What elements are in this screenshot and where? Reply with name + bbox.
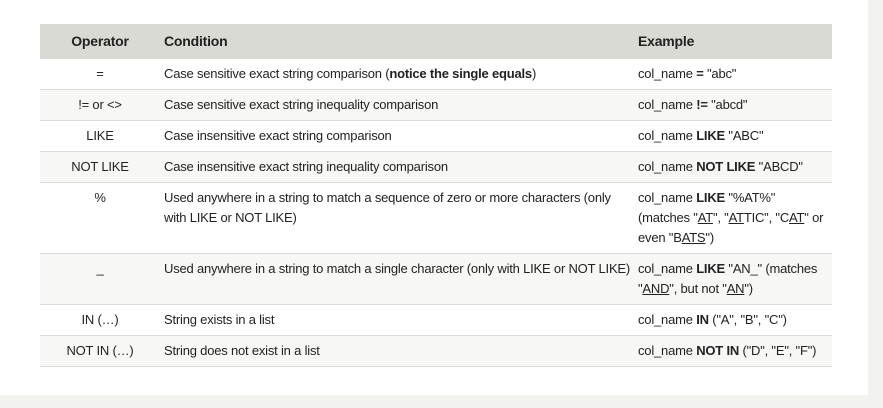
- example-value: ("A", "B", "C"): [708, 312, 787, 327]
- match-part: ", ": [712, 210, 729, 225]
- example-column: col_name: [638, 261, 697, 276]
- match-highlight: AN: [726, 281, 745, 296]
- example-cell: col_name = "abc": [635, 58, 832, 90]
- example-column: col_name: [638, 159, 697, 174]
- example-column: col_name: [638, 97, 697, 112]
- example-column: col_name: [638, 190, 697, 205]
- condition-cell: Used anywhere in a string to match a seq…: [160, 182, 635, 254]
- example-cell: col_name LIKE "AN_" (matches "AND", but …: [635, 253, 832, 305]
- condition-cell: Case insensitive exact string inequality…: [160, 151, 635, 183]
- condition-cell: Case sensitive exact string comparison (…: [160, 58, 635, 90]
- operator-cell: != or <>: [40, 89, 160, 121]
- match-part: (matches ": [638, 210, 698, 225]
- example-matches-note: (matches "AT", "ATTIC", "CAT" or even "B…: [638, 210, 823, 245]
- operator-cell: =: [40, 58, 160, 90]
- example-keyword: !=: [696, 97, 708, 112]
- example-column: col_name: [638, 343, 697, 358]
- example-cell: col_name LIKE "ABC": [635, 120, 832, 152]
- example-cell: col_name != "abcd": [635, 89, 832, 121]
- condition-cell: Case insensitive exact string comparison: [160, 120, 635, 152]
- operator-cell: _: [40, 253, 160, 305]
- table-body: = Case sensitive exact string comparison…: [40, 58, 832, 367]
- example-value: "ABCD": [755, 159, 803, 174]
- example-keyword: LIKE: [696, 190, 725, 205]
- header-row: Operator Condition Example: [40, 24, 832, 59]
- table-row: != or <> Case sensitive exact string ine…: [40, 89, 832, 121]
- match-highlight: AT: [697, 210, 713, 225]
- table-row: IN (…) String exists in a list col_name …: [40, 304, 832, 336]
- example-value: ("D", "E", "F"): [739, 343, 817, 358]
- operator-cell: IN (…): [40, 304, 160, 336]
- table-row: NOT LIKE Case insensitive exact string i…: [40, 151, 832, 183]
- match-highlight: AT: [789, 210, 805, 225]
- table-row: NOT IN (…) String does not exist in a li…: [40, 335, 832, 367]
- example-cell: col_name NOT IN ("D", "E", "F"): [635, 335, 832, 367]
- example-column: col_name: [638, 312, 697, 327]
- example-value: "%AT%": [725, 190, 776, 205]
- operator-cell: NOT LIKE: [40, 151, 160, 183]
- match-part: "): [705, 230, 714, 245]
- header-operator: Operator: [40, 24, 160, 59]
- table-row: = Case sensitive exact string comparison…: [40, 58, 832, 90]
- example-keyword: NOT IN: [696, 343, 740, 358]
- example-value: "abcd": [707, 97, 748, 112]
- condition-cell: Used anywhere in a string to match a sin…: [160, 253, 635, 305]
- string-operators-table: Operator Condition Example = Case sensit…: [40, 24, 832, 367]
- condition-emphasis: notice the single equals: [389, 66, 532, 81]
- condition-cell: String does not exist in a list: [160, 335, 635, 367]
- table-header: Operator Condition Example: [40, 24, 832, 59]
- example-keyword: LIKE: [696, 128, 725, 143]
- operator-cell: LIKE: [40, 120, 160, 152]
- table-row: _ Used anywhere in a string to match a s…: [40, 253, 832, 305]
- example-keyword: =: [696, 66, 704, 81]
- example-cell: col_name IN ("A", "B", "C"): [635, 304, 832, 336]
- example-cell: col_name LIKE "%AT%" (matches "AT", "ATT…: [635, 182, 832, 254]
- example-value: "abc": [703, 66, 737, 81]
- example-keyword: IN: [696, 312, 709, 327]
- condition-text: Case sensitive exact string comparison (: [164, 66, 390, 81]
- example-value: "AN_": [725, 261, 762, 276]
- operator-cell: %: [40, 182, 160, 254]
- match-part: ", but not ": [669, 281, 727, 296]
- header-example: Example: [635, 24, 832, 59]
- match-highlight: AND: [642, 281, 670, 296]
- example-column: col_name: [638, 128, 697, 143]
- content-area: Operator Condition Example = Case sensit…: [0, 0, 868, 395]
- match-part: "): [744, 281, 753, 296]
- header-condition: Condition: [160, 24, 635, 59]
- match-highlight: ATS: [681, 230, 706, 245]
- condition-cell: Case sensitive exact string inequality c…: [160, 89, 635, 121]
- match-highlight: AT: [728, 210, 744, 225]
- example-cell: col_name NOT LIKE "ABCD": [635, 151, 832, 183]
- table-row: % Used anywhere in a string to match a s…: [40, 182, 832, 254]
- example-keyword: NOT LIKE: [696, 159, 756, 174]
- example-keyword: LIKE: [696, 261, 725, 276]
- example-column: col_name: [638, 66, 697, 81]
- condition-cell: String exists in a list: [160, 304, 635, 336]
- table-row: LIKE Case insensitive exact string compa…: [40, 120, 832, 152]
- match-part: TIC", "C: [743, 210, 790, 225]
- example-value: "ABC": [725, 128, 764, 143]
- operator-cell: NOT IN (…): [40, 335, 160, 367]
- condition-text-end: ): [531, 66, 537, 81]
